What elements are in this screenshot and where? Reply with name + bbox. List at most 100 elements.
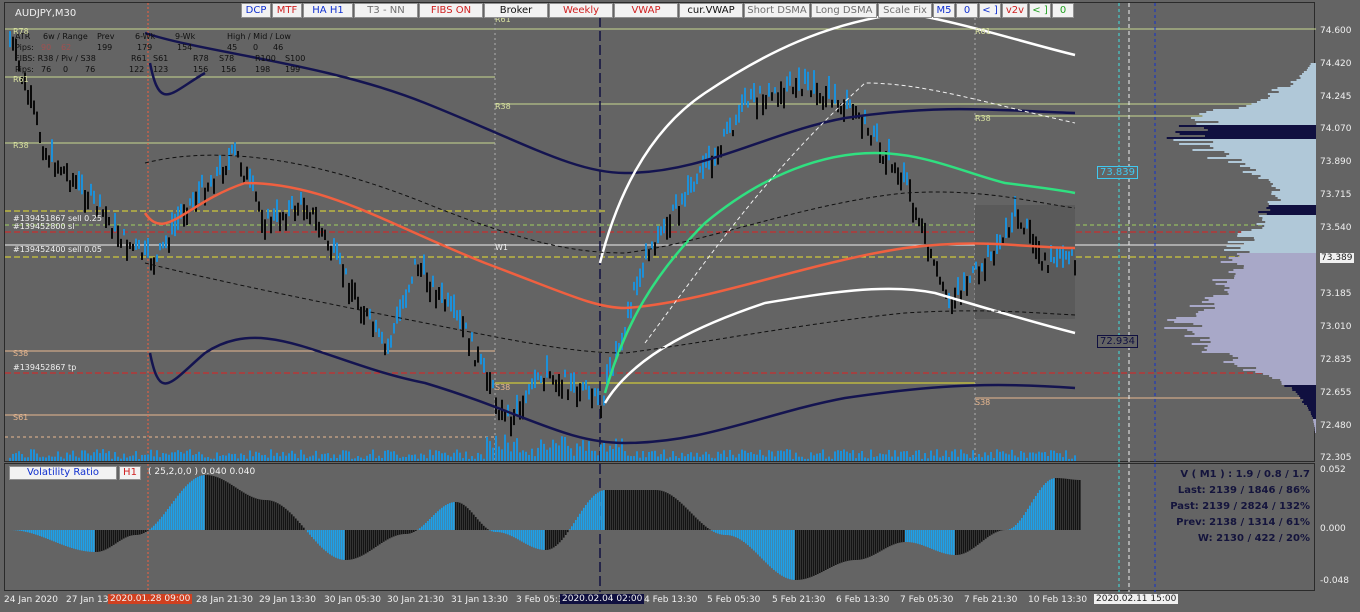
candle — [393, 323, 395, 334]
profile-bar — [1215, 283, 1316, 285]
volatility-bar — [961, 530, 963, 555]
candle — [468, 338, 470, 357]
toolbar-button-short-dsma[interactable]: Short DSMA — [744, 3, 810, 18]
toolbar-button-ha-h1[interactable]: HA H1 — [303, 3, 353, 18]
indicator-tick: 0.000 — [1320, 524, 1346, 534]
volatility-bar — [275, 502, 277, 530]
toolbar-button-v2v[interactable]: v2v — [1002, 3, 1028, 18]
volatility-bar — [805, 530, 807, 579]
toolbar-button-back-green[interactable]: < ] — [1029, 3, 1051, 18]
toolbar-button-zero[interactable]: 0 — [956, 3, 978, 18]
order-label[interactable]: #139452400 sell 0.05 — [13, 245, 102, 254]
profile-bar — [1290, 85, 1316, 87]
volatility-bar — [19, 530, 21, 531]
volume-bar — [1008, 454, 1010, 461]
volatility-bar — [439, 509, 441, 530]
volatility-bar — [891, 530, 893, 546]
volatility-bar — [87, 530, 89, 552]
candle — [669, 214, 671, 238]
info-cell: 122 — [129, 65, 145, 74]
candle — [414, 258, 416, 265]
toolbar-button-mtf[interactable]: MTF — [272, 3, 302, 18]
indicator-timeframe[interactable]: H1 — [119, 466, 141, 480]
volatility-bar — [887, 530, 889, 548]
volatility-bar — [707, 528, 709, 530]
volatility-bar — [981, 530, 983, 542]
info-cell: 199 — [285, 65, 301, 74]
volatility-bar — [329, 530, 331, 555]
volume-bar — [660, 454, 662, 461]
volatility-bar — [993, 530, 995, 534]
candle — [30, 85, 32, 109]
volatility-bar — [199, 476, 201, 530]
candle — [939, 276, 941, 285]
volume-bar — [639, 457, 641, 461]
order-label[interactable]: #139452800 sl — [13, 222, 74, 231]
candle — [729, 117, 731, 133]
candle — [588, 385, 590, 400]
indicator-name[interactable]: Volatility Ratio — [9, 466, 117, 480]
profile-bar — [1269, 95, 1316, 97]
volume-bar — [786, 449, 788, 461]
volatility-bar — [51, 530, 53, 541]
toolbar-button-m5[interactable]: M5 — [933, 3, 955, 18]
profile-bar — [1214, 303, 1316, 305]
volatility-bar — [589, 499, 591, 530]
toolbar-button-back[interactable]: < ] — [979, 3, 1001, 18]
candle — [120, 238, 122, 248]
volatility-bar — [341, 530, 343, 560]
volatility-bar — [991, 530, 993, 535]
candle — [783, 87, 785, 109]
toolbar-button-weekly[interactable]: Weekly — [549, 3, 613, 18]
volatility-bar — [647, 490, 649, 530]
profile-bar — [1178, 125, 1316, 127]
volatility-bar — [25, 530, 27, 532]
candle — [147, 238, 149, 258]
toolbar-button-zero-green[interactable]: 0 — [1052, 3, 1074, 18]
volume-bar — [492, 447, 494, 461]
volume-bar — [336, 458, 338, 461]
volatility-bar — [425, 522, 427, 530]
toolbar-button-dcp[interactable]: DCP — [241, 3, 271, 18]
volatility-bar — [533, 530, 535, 548]
volatility-bar — [995, 530, 997, 533]
volatility-bar — [485, 527, 487, 530]
volatility-bar — [161, 516, 163, 530]
toolbar-button-fibs[interactable]: FIBS ON — [419, 3, 483, 18]
toolbar-button-cur-vwap[interactable]: cur.VWAP — [679, 3, 743, 18]
candle — [744, 87, 746, 106]
volatility-bar — [515, 530, 517, 539]
candle — [309, 212, 311, 225]
volatility-bar — [393, 530, 395, 537]
profile-bar — [1190, 117, 1316, 119]
volatility-bar — [977, 530, 979, 545]
volatility-bar — [665, 492, 667, 530]
volatility-bar — [583, 507, 585, 530]
toolbar-button-long-dsma[interactable]: Long DSMA — [811, 3, 877, 18]
toolbar-button-scale-fix[interactable]: Scale Fix — [878, 3, 932, 18]
candle — [111, 228, 113, 239]
volume-bar — [549, 447, 551, 461]
candle — [960, 290, 962, 305]
candle — [1032, 233, 1034, 254]
candle — [603, 395, 605, 406]
toolbar-label: v2v — [1005, 5, 1025, 16]
price-axis[interactable]: 74.600 74.420 74.245 74.070 73.890 73.71… — [1316, 2, 1360, 463]
toolbar-button-broker[interactable]: Broker — [484, 3, 548, 18]
volume-bar — [789, 449, 791, 461]
candle — [426, 272, 428, 293]
volatility-ratio-pane[interactable] — [4, 463, 1315, 592]
toolbar-button-vwap[interactable]: VWAP — [614, 3, 678, 18]
volume-bar — [123, 453, 125, 461]
volume-bar — [450, 456, 452, 461]
profile-bar — [1269, 375, 1316, 377]
candle — [312, 207, 314, 215]
order-label[interactable]: #139452867 tp — [13, 363, 76, 372]
toolbar-button-t3[interactable]: T3 - NN — [354, 3, 418, 18]
volatility-bar — [1033, 499, 1035, 530]
time-axis[interactable]: 24 Jan 2020 27 Jan 13 2020.01.28 09:00 2… — [4, 591, 1315, 612]
volatility-bar — [925, 530, 927, 547]
time-cursor-label: 2020.01.28 09:00 — [108, 594, 193, 604]
main-price-chart[interactable]: AUDJPY,M30 ATR 6w / Range Prev 6-Wk 9-Wk… — [4, 2, 1316, 463]
candle — [57, 160, 59, 174]
